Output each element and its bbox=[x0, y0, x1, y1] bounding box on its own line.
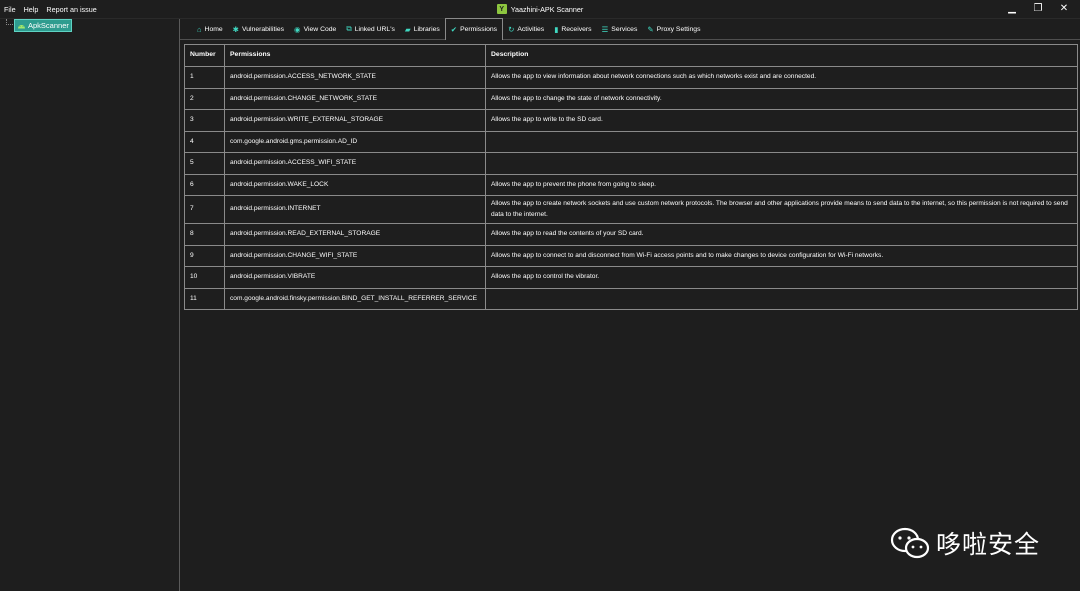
tab-receivers[interactable]: ▮ Receivers bbox=[549, 19, 596, 39]
cell-number: 11 bbox=[184, 287, 225, 310]
table-row[interactable]: 9 android.permission.CHANGE_WIFI_STATE All… bbox=[184, 244, 1078, 267]
app-logo-icon: Y bbox=[496, 4, 507, 14]
table-row[interactable]: 1 android.permission.ACCESS_NETWORK_STATE… bbox=[184, 66, 1078, 89]
cell-number: 2 bbox=[184, 87, 225, 110]
wrench-icon: ✎ bbox=[647, 24, 654, 34]
cell-number: 3 bbox=[184, 109, 225, 132]
cell-permission: android.permission.CHANGE_NETWORK_STATE bbox=[224, 87, 486, 110]
table-row[interactable]: 10 android.permission.VIBRATE Allows the a… bbox=[184, 266, 1078, 289]
window-title: Y Yaazhini-APK Scanner bbox=[0, 4, 1080, 14]
tab-label: Home bbox=[204, 25, 223, 33]
permissions-table: Number Permissions Description 1 android.… bbox=[184, 44, 1078, 310]
title-bar: File Help Report an issue Y Yaazhini-APK… bbox=[0, 0, 1080, 19]
watermark-text: 哆啦安全 bbox=[936, 530, 1041, 559]
external-link-icon: ⧉ bbox=[346, 24, 352, 33]
cell-permission: android.permission.ACCESS_WIFI_STATE bbox=[224, 152, 486, 175]
watermark: 哆啦安全 bbox=[890, 525, 1040, 561]
tab-label: View Code bbox=[303, 25, 337, 33]
cell-number: 5 bbox=[184, 152, 225, 175]
cell-number: 10 bbox=[184, 266, 225, 289]
header-permissions[interactable]: Permissions bbox=[224, 44, 486, 67]
cell-description: Allows the app to change the state of ne… bbox=[485, 87, 1078, 110]
tab-label: Libraries bbox=[413, 25, 440, 33]
cell-permission: com.google.android.gms.permission.AD_ID bbox=[224, 130, 486, 153]
header-number[interactable]: Number bbox=[184, 44, 225, 67]
tab-proxy-settings[interactable]: ✎ Proxy Settings bbox=[642, 19, 705, 39]
table-row[interactable]: 11 com.google.android.finsky.permission.B… bbox=[184, 287, 1078, 310]
close-button[interactable]: ✕ bbox=[1058, 3, 1070, 15]
tab-label: Activities bbox=[517, 25, 545, 33]
sidebar-tree: ApkScanner bbox=[0, 19, 180, 591]
cell-permission: android.permission.CHANGE_WIFI_STATE bbox=[224, 244, 486, 267]
cell-description: Allows the app to control the vibrator. bbox=[485, 266, 1078, 289]
permissions-table-container: Number Permissions Description 1 android.… bbox=[184, 44, 1078, 310]
wechat-icon bbox=[890, 527, 930, 559]
tab-libraries[interactable]: ▰ Libraries bbox=[400, 19, 445, 39]
cell-permission: android.permission.INTERNET bbox=[224, 195, 486, 224]
folder-icon: ▰ bbox=[404, 24, 411, 34]
cell-permission: android.permission.READ_EXTERNAL_STORAGE bbox=[224, 223, 486, 246]
cell-description: Allows the app to read the contents of y… bbox=[485, 223, 1078, 246]
tab-view-code[interactable]: ◉ View Code bbox=[289, 19, 341, 39]
cell-number: 9 bbox=[184, 244, 225, 267]
cell-number: 4 bbox=[184, 130, 225, 153]
cell-permission: android.permission.VIBRATE bbox=[224, 266, 486, 289]
window-controls: ▁ ❐ ✕ bbox=[1006, 3, 1070, 15]
tab-label: Linked URL's bbox=[354, 25, 395, 33]
table-row[interactable]: 5 android.permission.ACCESS_WIFI_STATE bbox=[184, 152, 1078, 175]
cell-permission: android.permission.ACCESS_NETWORK_STATE bbox=[224, 66, 486, 89]
check-icon: ✔ bbox=[450, 25, 458, 34]
tab-label: Vulnerabilities bbox=[241, 25, 285, 33]
cell-number: 1 bbox=[184, 66, 225, 89]
table-header-row: Number Permissions Description bbox=[184, 44, 1078, 67]
tab-label: Receivers bbox=[561, 25, 592, 33]
cell-description: Allows the app to write to the SD card. bbox=[485, 109, 1078, 132]
window-title-text: Yaazhini-APK Scanner bbox=[510, 4, 584, 14]
restore-button[interactable]: ❐ bbox=[1032, 3, 1044, 15]
table-row[interactable]: 2 android.permission.CHANGE_NETWORK_STATE… bbox=[184, 87, 1078, 110]
table-row[interactable]: 3 android.permission.WRITE_EXTERNAL_STORA… bbox=[184, 109, 1078, 132]
tab-vulnerabilities[interactable]: ✱ Vulnerabilities bbox=[228, 19, 289, 39]
signal-icon: ▮ bbox=[554, 24, 559, 34]
tab-home[interactable]: ⌂ Home bbox=[192, 19, 228, 39]
cell-number: 8 bbox=[184, 223, 225, 246]
list-icon: ☰ bbox=[601, 24, 609, 34]
tree-connector bbox=[6, 19, 13, 25]
cell-number: 7 bbox=[184, 195, 225, 224]
cell-permission: android.permission.WRITE_EXTERNAL_STORAG… bbox=[224, 109, 486, 132]
eye-icon: ◉ bbox=[294, 24, 301, 34]
cell-description: Allows the app to prevent the phone from… bbox=[485, 173, 1078, 196]
tab-bar: ⌂ Home ✱ Vulnerabilities ◉ View Code ⧉ Linked U… bbox=[180, 18, 1080, 40]
cell-description: Allows the app to create network sockets… bbox=[485, 195, 1078, 224]
tab-activities[interactable]: ↻ Activities bbox=[503, 19, 549, 39]
tab-services[interactable]: ☰ Services bbox=[597, 19, 643, 39]
tab-label: Permissions bbox=[460, 26, 498, 33]
table-row[interactable]: 8 android.permission.READ_EXTERNAL_STORAG… bbox=[184, 223, 1078, 246]
home-icon: ⌂ bbox=[197, 24, 202, 34]
tab-permissions[interactable]: ✔ Permissions bbox=[444, 18, 504, 40]
cell-description: Allows the app to connect to and disconn… bbox=[485, 244, 1078, 267]
refresh-icon: ↻ bbox=[508, 24, 515, 34]
header-description[interactable]: Description bbox=[485, 44, 1078, 67]
tree-node-label: ApkScanner bbox=[28, 21, 69, 30]
tab-label: Services bbox=[611, 25, 638, 33]
cell-description bbox=[485, 130, 1078, 153]
cell-permission: android.permission.WAKE_LOCK bbox=[224, 173, 486, 196]
table-row[interactable]: 7 android.permission.INTERNET Allows the a… bbox=[184, 195, 1078, 224]
table-row[interactable]: 6 android.permission.WAKE_LOCK Allows the … bbox=[184, 173, 1078, 196]
cell-permission: com.google.android.finsky.permission.BIN… bbox=[224, 287, 486, 310]
cell-description bbox=[485, 152, 1078, 175]
cell-description bbox=[485, 287, 1078, 310]
tab-linked-url-s[interactable]: ⧉ Linked URL's bbox=[341, 19, 400, 39]
minimize-button[interactable]: ▁ bbox=[1006, 3, 1018, 15]
bug-icon: ✱ bbox=[232, 24, 239, 34]
android-icon bbox=[18, 25, 25, 29]
tab-label: Proxy Settings bbox=[656, 25, 701, 33]
cell-number: 6 bbox=[184, 173, 225, 196]
cell-description: Allows the app to view information about… bbox=[485, 66, 1078, 89]
tree-node-apkscanner[interactable]: ApkScanner bbox=[14, 19, 72, 32]
table-row[interactable]: 4 com.google.android.gms.permission.AD_ID bbox=[184, 130, 1078, 153]
